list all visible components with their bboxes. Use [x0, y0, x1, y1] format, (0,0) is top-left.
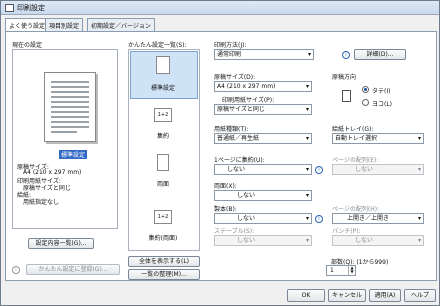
select-value: 自動トレイ選択 [335, 135, 378, 142]
select-value: 通常印刷 [217, 51, 242, 58]
current-settings-panel: 標準設定 原稿サイズ: A4 (210 x 297 mm) 印刷用紙サイズ: 原… [12, 49, 118, 229]
pages-per-sheet-label: 1ページに集約(U): [214, 157, 265, 164]
print-settings-window: 印刷設定 よく使う設定 項目別設定 初期設定／バージョン 現在の設定 標準設定 [0, 0, 440, 306]
copies-stepper[interactable]: 1 ▲ ▼ [326, 265, 356, 276]
summary-line: A4 (210 x 297 mm) [23, 169, 82, 176]
printer-icon [5, 4, 14, 12]
favorite-item-duplex[interactable]: 両面 [132, 154, 194, 188]
paper-type-label: 用紙種類(T): [214, 126, 249, 133]
details-button[interactable]: 詳細(D)... [354, 49, 406, 60]
staple-select[interactable]: しない ▾ [214, 235, 312, 246]
print-method-select[interactable]: 通常印刷 ▾ [214, 49, 314, 60]
ok-button[interactable]: OK [287, 289, 325, 302]
apply-button[interactable]: 適用(A) [369, 289, 401, 302]
favorite-label: 集約 [156, 133, 169, 140]
register-favorite-button[interactable]: かんたん設定に登録(G)... [26, 264, 120, 275]
show-all-button[interactable]: 全体を表示する(L) [128, 256, 200, 267]
select-value: 上開き／上開き [347, 215, 390, 222]
chevron-down-icon: ▾ [305, 83, 309, 90]
tray-label: 給紙トレイ(G): [332, 126, 374, 133]
chevron-down-icon: ▾ [417, 166, 421, 173]
page-order-select[interactable]: しない ▾ [332, 164, 424, 175]
chevron-down-icon: ▾ [417, 215, 421, 222]
portrait-page-icon [342, 90, 351, 102]
info-icon: i [315, 166, 323, 174]
summary-line: 用紙指定なし [23, 199, 60, 206]
tab-favorites[interactable]: よく使う設定 [5, 18, 50, 32]
favorite-item-combine-duplex[interactable]: 1+2 集約(両面) [132, 210, 194, 242]
chevron-down-icon: ▾ [305, 166, 309, 173]
combine-icon: 1+2 [154, 108, 172, 122]
staple-label: ステープル(S): [214, 228, 255, 235]
output-size-select[interactable]: 原稿サイズと同じ ▾ [214, 104, 312, 115]
info-icon: i [315, 215, 323, 223]
title-bar: 印刷設定 [1, 1, 439, 15]
landscape-radio[interactable] [362, 99, 369, 106]
punch-label: パンチ(P): [332, 228, 361, 235]
booklet-label: 製本(B): [214, 206, 237, 213]
orientation-label: 原稿方向 [332, 74, 357, 81]
print-method-label: 印刷方法(J): [214, 42, 247, 49]
copies-value: 1 [330, 267, 334, 274]
paper-type-select[interactable]: 普通紙／再生紙 ▾ [214, 133, 312, 144]
tab-defaults-version[interactable]: 初期設定／バージョン [87, 18, 155, 31]
paper-size-select[interactable]: A4 (210 x 297 mm) ▾ [214, 81, 312, 92]
select-value: 普通紙／再生紙 [217, 135, 260, 142]
info-icon: i [342, 51, 350, 59]
binding-select[interactable]: 上開き／上開き ▾ [332, 213, 424, 224]
select-value: 原稿サイズと同じ [217, 106, 265, 113]
favorite-label: 標準設定 [150, 85, 175, 92]
duplex-icon [157, 154, 169, 171]
select-value: しない [237, 237, 256, 244]
favorites-title: かんたん設定一覧(S): [128, 42, 187, 49]
favorite-item-combine[interactable]: 1+2 集約 [132, 108, 194, 140]
tab-detailed-settings[interactable]: 項目別設定 [45, 18, 84, 31]
settings-list-button[interactable]: 設定内容一覧(G)... [28, 238, 94, 249]
page-order-label: ページの配列(E): [332, 157, 379, 164]
help-button[interactable]: ヘルプ [404, 289, 436, 302]
summary-badge: 標準設定 [59, 150, 88, 159]
tray-select[interactable]: 自動トレイ選択 ▾ [332, 133, 424, 144]
combine-duplex-icon: 1+2 [154, 210, 172, 224]
duplex-label: 両面(X): [214, 183, 237, 190]
current-settings-label: 現在の設定 [12, 42, 43, 49]
portrait-label: タテ(I) [372, 88, 391, 95]
duplex-select[interactable]: しない ▾ [214, 190, 312, 201]
stepper-arrows-icon[interactable]: ▲ ▼ [348, 266, 355, 275]
punch-select[interactable]: しない ▾ [332, 235, 424, 246]
tab-panel: 現在の設定 標準設定 原稿サイズ: A4 (210 x 297 mm) 印刷用紙… [5, 31, 437, 281]
paper-size-label: 原稿サイズ(D): [214, 74, 256, 81]
cancel-button[interactable]: キャンセル [328, 289, 366, 302]
chevron-down-icon: ▾ [305, 215, 309, 222]
select-value: しない [237, 215, 256, 222]
favorite-label: 集約(両面) [148, 235, 178, 242]
chevron-down-icon: ▾ [307, 51, 311, 58]
select-value: しない [355, 237, 374, 244]
page-icon [156, 56, 170, 74]
window-title: 印刷設定 [17, 4, 45, 12]
chevron-down-icon: ▾ [305, 135, 309, 142]
select-value: しない [355, 166, 374, 173]
portrait-radio[interactable] [362, 86, 369, 93]
binding-label: ページの配列(H): [332, 206, 380, 213]
select-value: A4 (210 x 297 mm) [217, 83, 276, 90]
select-value: しない [237, 192, 256, 199]
chevron-down-icon: ▾ [305, 192, 309, 199]
pages-per-sheet-select[interactable]: しない ▾ [214, 164, 312, 175]
preview-paper [44, 72, 96, 142]
chevron-down-icon: ▾ [417, 237, 421, 244]
chevron-down-icon: ▾ [305, 106, 309, 113]
favorite-item-standard[interactable]: 標準設定 [132, 56, 194, 92]
chevron-down-icon: ▾ [305, 237, 309, 244]
output-size-label: 印刷用紙サイズ(P): [222, 97, 275, 104]
info-icon: i [12, 266, 20, 274]
select-value: しない [227, 166, 246, 173]
booklet-select[interactable]: しない ▾ [214, 213, 312, 224]
manage-favorites-button[interactable]: 一覧の整理(M)... [128, 269, 200, 280]
chevron-down-icon: ▾ [417, 135, 421, 142]
landscape-label: ヨコ(L) [372, 101, 393, 108]
favorite-label: 両面 [156, 181, 169, 188]
